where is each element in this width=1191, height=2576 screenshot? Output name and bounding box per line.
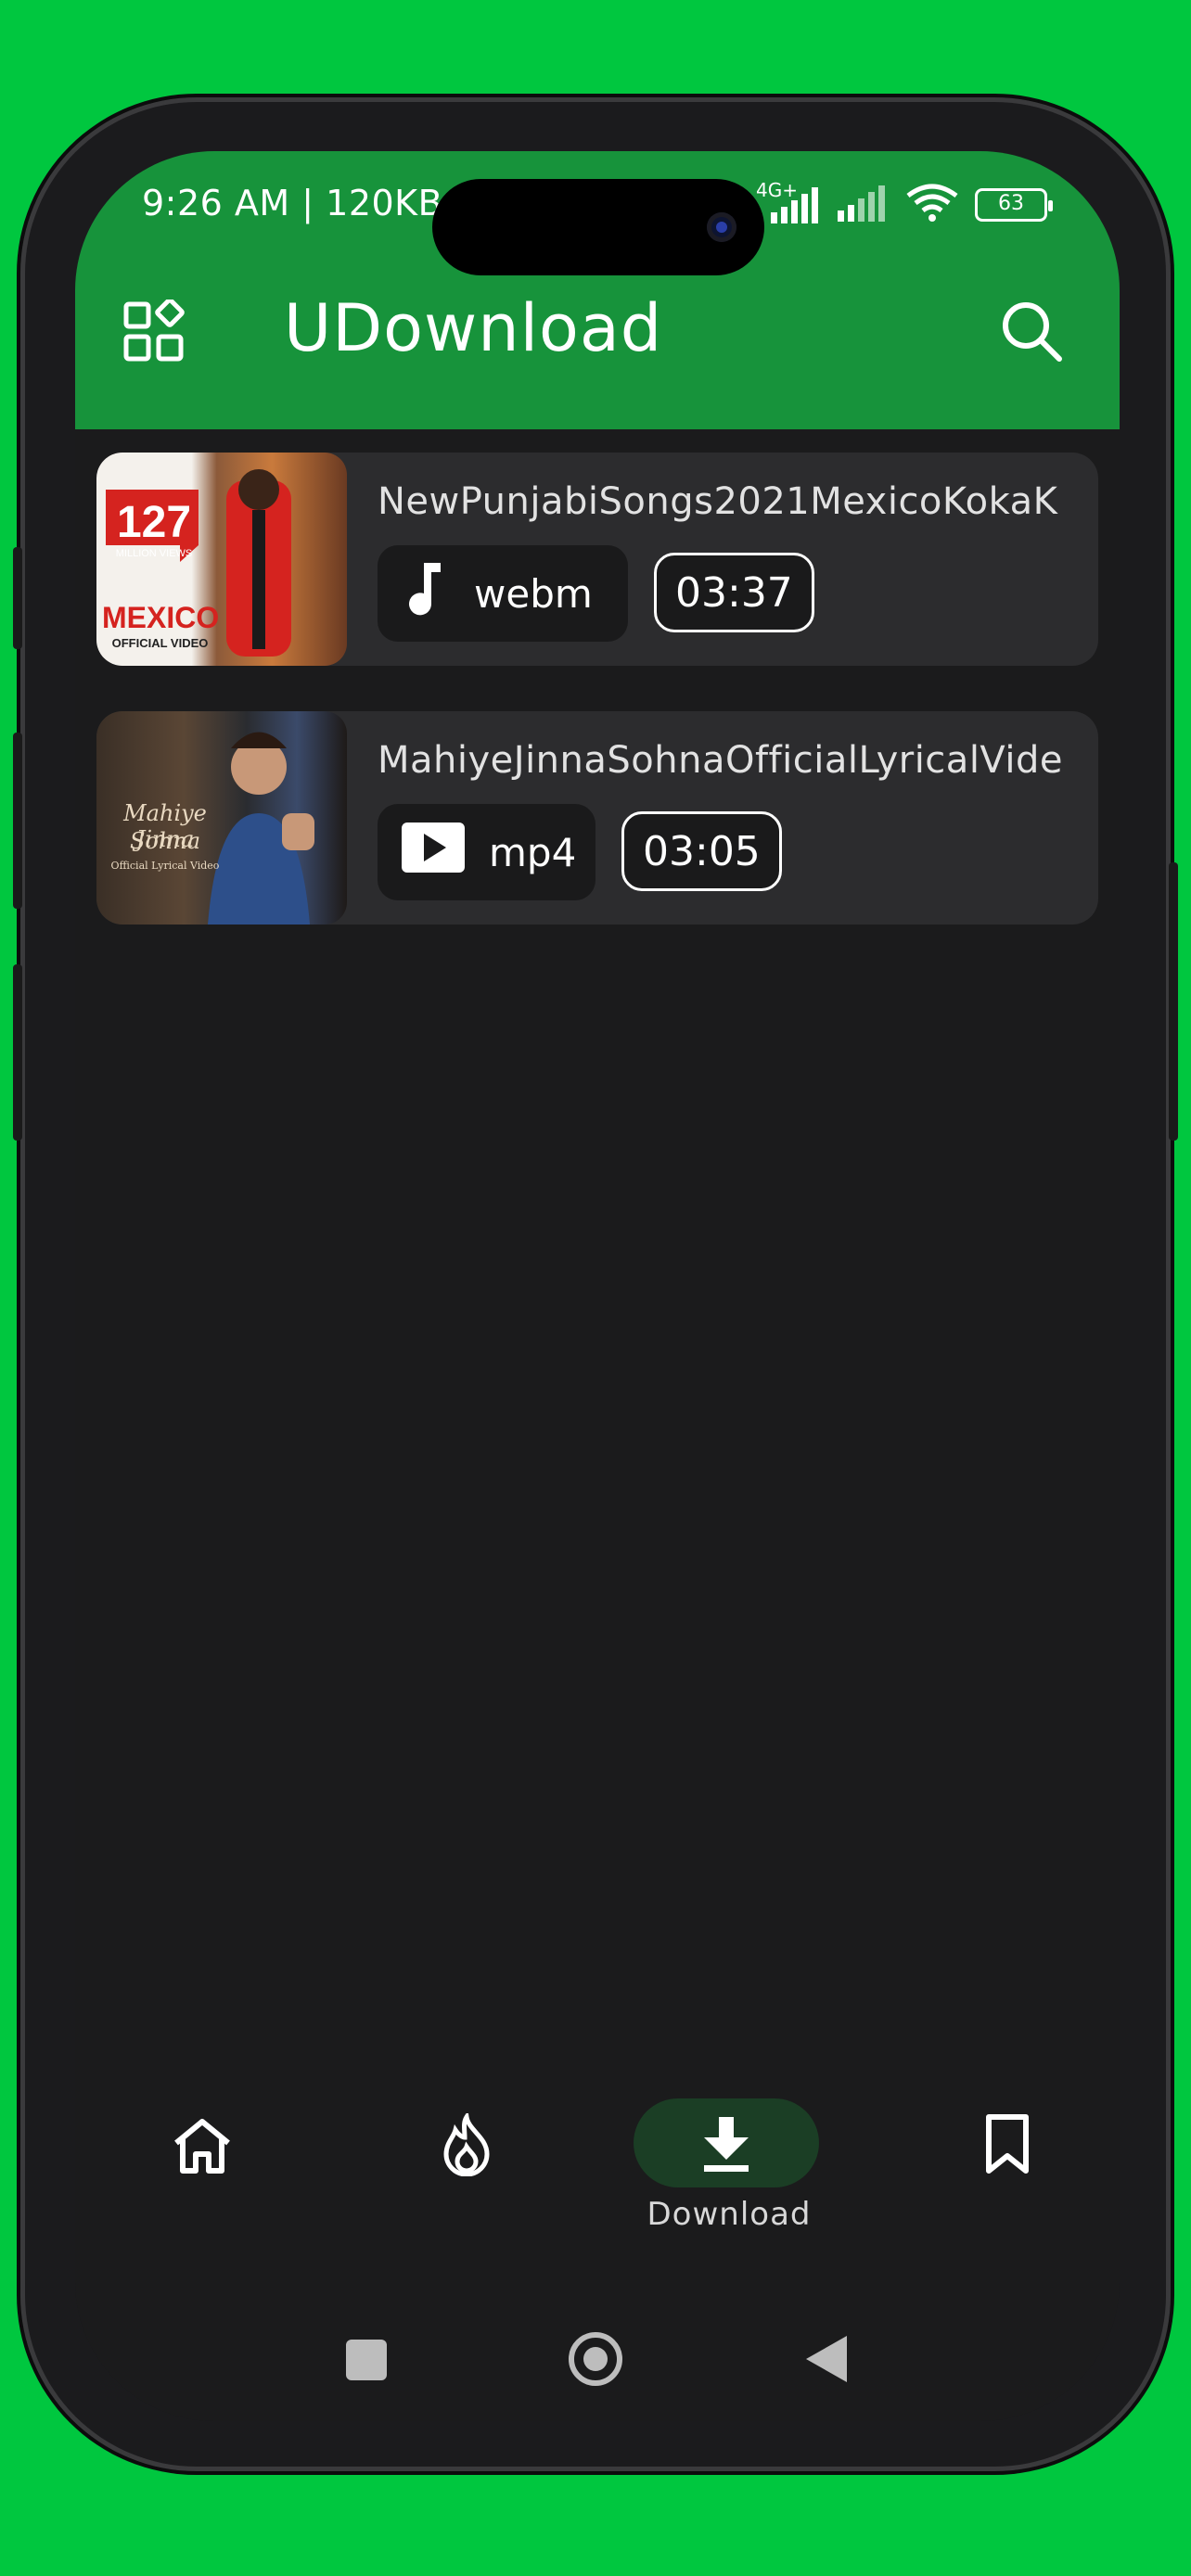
status-icons: 4G+ 63 — [756, 179, 1053, 227]
camera-icon — [707, 212, 736, 242]
play-icon — [402, 823, 465, 882]
thumbnail-title-line2: Sohna — [129, 828, 201, 854]
download-item[interactable]: Mahiye Jinna Sohna Official Lyrical Vide… — [96, 711, 1098, 925]
system-navigation — [75, 2312, 1120, 2404]
bottom-navigation: Download — [75, 2080, 1120, 2265]
side-button-volume-down — [13, 964, 22, 1141]
nav-trending[interactable] — [374, 2080, 559, 2265]
video-thumbnail: Mahiye Jinna Sohna Official Lyrical Vide… — [96, 711, 347, 925]
wifi-icon — [904, 183, 960, 227]
side-button-power — [1169, 862, 1178, 1141]
search-icon[interactable] — [998, 298, 1065, 364]
home-icon — [174, 2119, 230, 2174]
app-title: UDownload — [284, 290, 663, 366]
grid-apps-icon[interactable] — [122, 298, 186, 364]
thumbnail-subtitle: OFFICIAL VIDEO — [111, 636, 209, 650]
back-triangle-icon[interactable] — [804, 2334, 849, 2384]
side-button-volume-up — [13, 733, 22, 909]
home-circle-icon[interactable] — [569, 2332, 622, 2386]
side-button-mute — [13, 547, 22, 649]
battery-level: 63 — [998, 192, 1024, 215]
dynamic-island — [432, 179, 764, 275]
battery-icon: 63 — [975, 188, 1053, 222]
cellular-signal-icon: 4G+ — [756, 179, 821, 225]
format-chip[interactable]: mp4 — [378, 804, 596, 900]
thumbnail-subtitle: Official Lyrical Video — [110, 860, 220, 872]
cellular-signal-2-icon — [836, 183, 890, 227]
nav-bookmarks[interactable] — [916, 2080, 1101, 2265]
download-title: MahiyeJinnaSohnaOfficialLyricalVide — [378, 739, 1064, 782]
thumbnail-views: 127 — [116, 498, 192, 547]
nav-home[interactable] — [112, 2080, 298, 2265]
thumbnail-views-label: MILLION VIEWS — [115, 548, 193, 559]
app-screen: 9:26 AM | 120KB 4G+ 63 UDownload 127 MIL… — [75, 151, 1120, 2421]
download-item[interactable]: 127 MILLION VIEWS MEXICO OFFICIAL VIDEO … — [96, 453, 1098, 666]
duration-badge: 03:37 — [654, 553, 814, 632]
download-icon[interactable] — [700, 2115, 752, 2173]
music-note-icon — [402, 559, 450, 628]
bookmark-icon — [986, 2114, 1029, 2174]
thumbnail-song-name: MEXICO — [102, 601, 220, 634]
app-header: 9:26 AM | 120KB 4G+ 63 UDownload — [75, 151, 1120, 429]
duration-badge: 03:05 — [621, 811, 782, 891]
format-chip[interactable]: webm — [378, 545, 628, 642]
format-label: mp4 — [489, 829, 577, 875]
video-thumbnail: 127 MILLION VIEWS MEXICO OFFICIAL VIDEO — [96, 453, 347, 666]
recents-square-icon[interactable] — [346, 2340, 387, 2380]
status-time: 9:26 AM | 120KB — [142, 183, 443, 223]
format-label: webm — [474, 570, 593, 617]
network-type: 4G+ — [756, 179, 798, 201]
download-title: NewPunjabiSongs2021MexicoKokaK — [378, 480, 1058, 523]
nav-download-label[interactable]: Download — [595, 2196, 864, 2233]
trending-fire-icon — [443, 2113, 490, 2176]
